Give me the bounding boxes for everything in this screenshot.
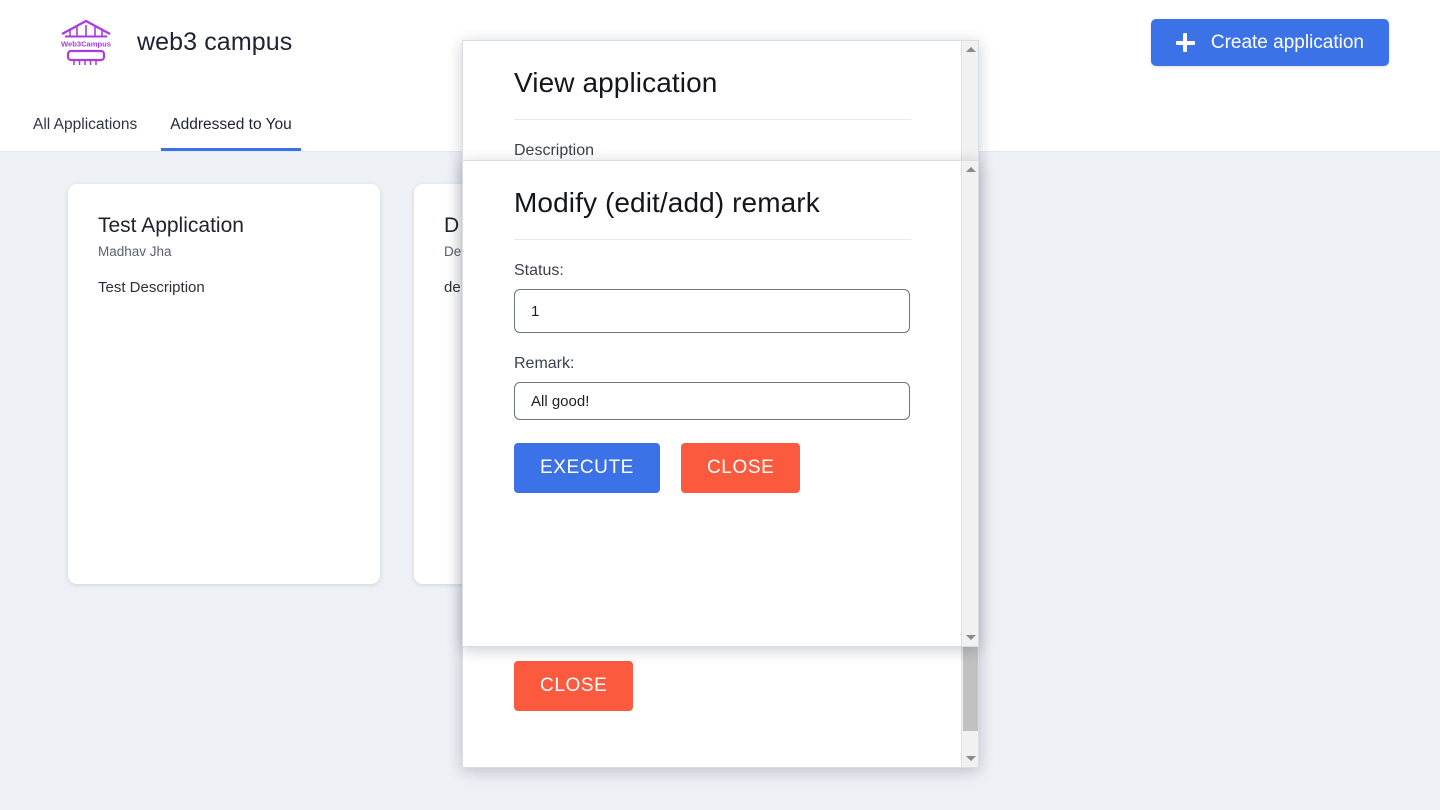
application-card-author: Madhav Jha (98, 244, 172, 259)
plus-icon (1175, 33, 1195, 52)
brand-title: web3 campus (137, 28, 293, 56)
create-application-button[interactable]: Create application (1150, 19, 1389, 66)
modify-remark-title: Modify (edit/add) remark (514, 187, 820, 218)
description-label: Description (514, 142, 595, 159)
modify-remark-body: Modify (edit/add) remark Status: Remark:… (463, 161, 961, 646)
view-application-close-button[interactable]: CLOSE (514, 661, 634, 711)
status-label: Status: (514, 262, 564, 279)
application-root: Web3Campus web3 campus Create applicatio… (0, 0, 1440, 810)
tab-addressed-to-you[interactable]: Addressed to You (161, 116, 301, 151)
chevron-down-icon[interactable] (962, 629, 979, 646)
modify-remark-content: Modify (edit/add) remark Status: Remark:… (463, 161, 961, 493)
tab-all-applications[interactable]: All Applications (24, 116, 146, 151)
modify-remark-close-button[interactable]: CLOSE (680, 443, 801, 493)
status-input[interactable] (514, 289, 910, 333)
application-card-description: Test Description (98, 279, 205, 296)
title-divider (514, 119, 911, 120)
remark-input[interactable] (514, 382, 910, 420)
view-application-footer: CLOSE (514, 661, 634, 711)
application-card[interactable]: Test Application Madhav Jha Test Descrip… (68, 184, 380, 584)
modify-remark-actions: EXECUTE CLOSE (514, 443, 911, 493)
chevron-down-icon[interactable] (962, 750, 979, 767)
application-card-title: Test Application (98, 214, 244, 237)
modify-remark-dialog: Modify (edit/add) remark Status: Remark:… (462, 160, 979, 647)
view-application-title: View application (514, 67, 718, 98)
chevron-up-icon[interactable] (962, 41, 979, 58)
modify-remark-scrollbar[interactable] (961, 161, 978, 646)
svg-text:Web3Campus: Web3Campus (61, 39, 111, 48)
execute-button[interactable]: EXECUTE (514, 443, 660, 493)
create-application-label: Create application (1210, 31, 1364, 53)
title-divider (514, 239, 911, 240)
brand: Web3Campus web3 campus (57, 17, 292, 69)
campus-building-icon: Web3Campus (57, 17, 115, 69)
remark-label: Remark: (514, 355, 575, 372)
chevron-up-icon[interactable] (962, 161, 979, 178)
